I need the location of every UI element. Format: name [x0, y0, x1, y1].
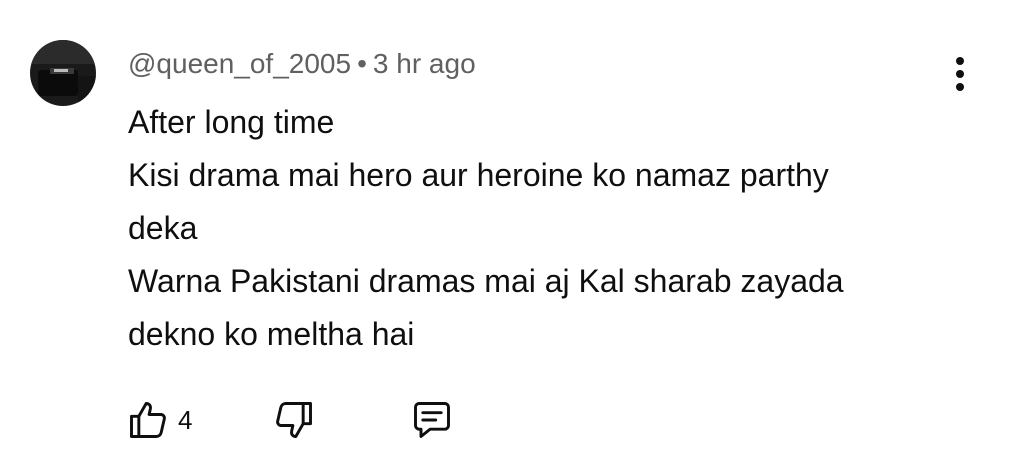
avatar[interactable]: [30, 40, 96, 106]
more-options-button[interactable]: [940, 54, 980, 94]
comment-meta: @queen_of_2005 • 3 hr ago: [128, 46, 476, 82]
comment-actions: 4: [126, 395, 526, 445]
comment-item: @queen_of_2005 • 3 hr ago After long time …: [0, 0, 1024, 457]
dislike-button[interactable]: [272, 395, 316, 445]
comment-timestamp: 3 hr ago: [372, 48, 476, 79]
comment-bubble-icon: [414, 402, 450, 438]
reply-button[interactable]: [410, 395, 454, 445]
comment-author[interactable]: @queen_of_2005: [128, 48, 351, 79]
like-button[interactable]: 4: [126, 395, 192, 445]
comment-line: dekno ko meltha hai: [128, 316, 415, 352]
comment-text: After long time Kisi drama mai hero aur …: [128, 96, 988, 361]
thumbs-down-icon: [276, 402, 312, 438]
comment-line: Kisi drama mai hero aur heroine ko namaz…: [128, 157, 829, 193]
comment-line: Warna Pakistani dramas mai aj Kal sharab…: [128, 263, 844, 299]
meta-separator: •: [357, 48, 367, 79]
like-count: 4: [178, 404, 193, 435]
thumbs-up-icon: [130, 402, 166, 438]
comment-line: deka: [128, 210, 198, 246]
comment-line: After long time: [128, 104, 335, 140]
vertical-dots-icon: [956, 57, 964, 91]
